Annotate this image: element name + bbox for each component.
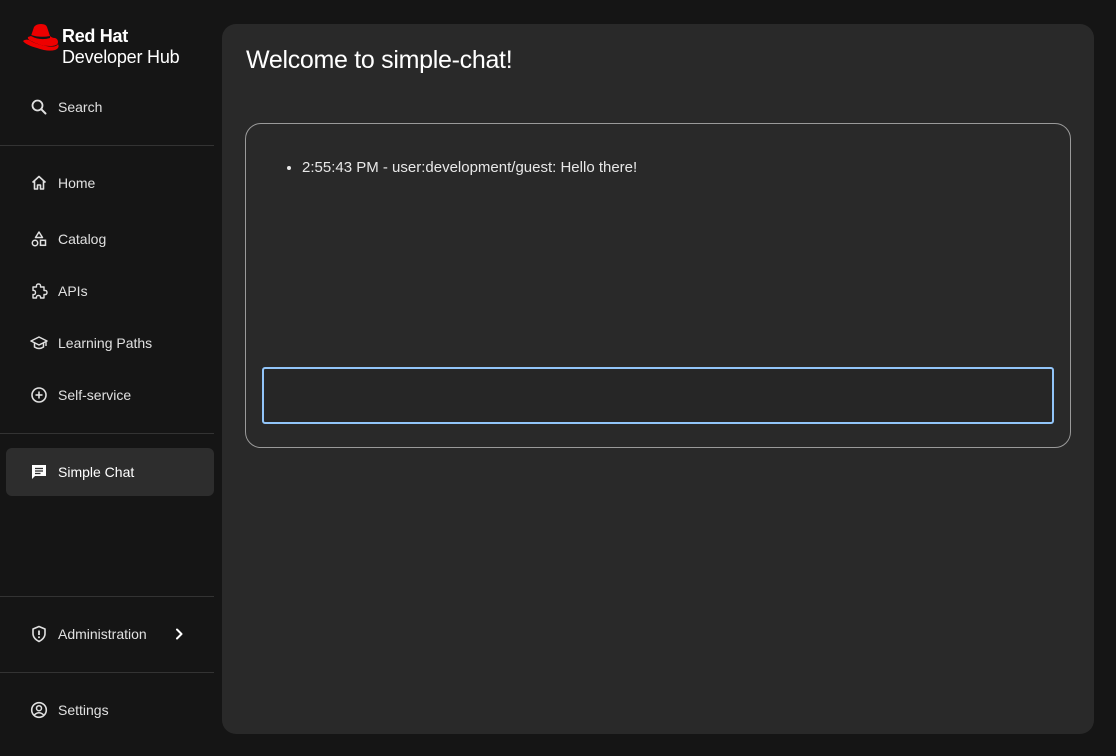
sidebar-item-simple-chat[interactable]: Simple Chat [6,448,214,496]
sidebar-item-label: APIs [58,283,88,299]
sidebar-item-home[interactable]: Home [6,163,214,203]
red-hat-icon [23,24,59,51]
shield-icon [30,625,48,643]
page-title: Welcome to simple-chat! [246,46,513,74]
chat-message-input[interactable] [262,367,1054,424]
logo[interactable]: Red Hat Developer Hub [22,24,180,68]
main-content: Welcome to simple-chat! 2:55:43 PM - use… [222,24,1094,734]
chat-icon [30,463,48,481]
sidebar-item-search[interactable]: Search [6,87,214,127]
sidebar-item-label: Settings [58,702,109,718]
sidebar-item-settings[interactable]: Settings [6,690,214,730]
brand-name: Red Hat [62,26,128,46]
divider [0,145,214,146]
graduation-cap-icon [30,334,48,352]
sidebar-item-label: Simple Chat [58,464,135,480]
sidebar-item-label: Learning Paths [58,335,153,351]
divider [0,596,214,597]
sidebar-item-label: Home [58,175,96,191]
sidebar-item-administration[interactable]: Administration [6,614,214,654]
sidebar: Red Hat Developer Hub Search Home Catalo… [0,0,214,756]
chevron-right-icon[interactable] [172,627,186,641]
divider [0,433,214,434]
sidebar-item-label: Administration [58,626,147,642]
sidebar-item-apis[interactable]: APIs [6,271,214,311]
plus-circle-icon [30,386,48,404]
puzzle-icon [30,282,48,300]
chat-card: 2:55:43 PM - user:development/guest: Hel… [245,123,1071,448]
catalog-shapes-icon [30,230,48,248]
sidebar-item-label: Self-service [58,387,132,403]
sidebar-item-self-service[interactable]: Self-service [6,375,214,415]
product-name: Developer Hub [62,47,180,67]
home-icon [30,174,48,192]
sidebar-item-label: Search [58,99,103,115]
sidebar-item-learning-paths[interactable]: Learning Paths [6,323,214,363]
divider [0,672,214,673]
sidebar-item-catalog[interactable]: Catalog [6,219,214,259]
message-list: 2:55:43 PM - user:development/guest: Hel… [284,157,637,179]
user-circle-icon [30,701,48,719]
search-icon [30,98,48,116]
sidebar-item-label: Catalog [58,231,107,247]
message-item: 2:55:43 PM - user:development/guest: Hel… [302,157,637,179]
